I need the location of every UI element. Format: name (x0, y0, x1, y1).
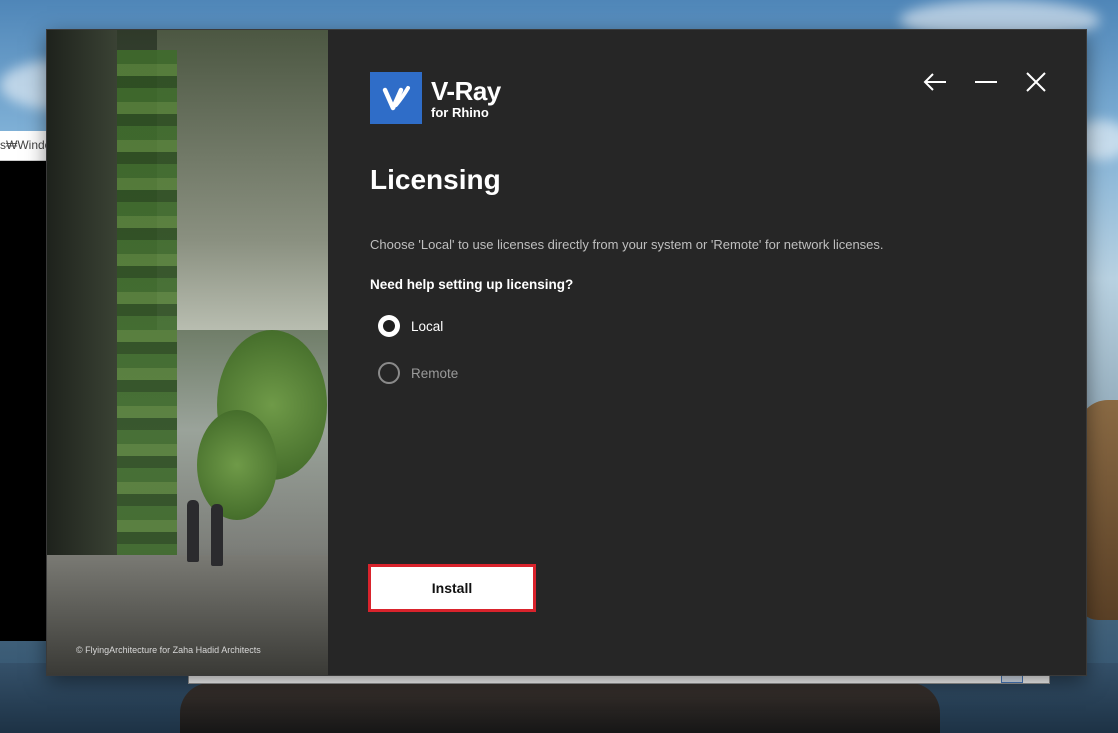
licensing-description: Choose 'Local' to use licenses directly … (370, 237, 884, 252)
installer-content: V-Ray for Rhino Licensing Choose 'Local'… (328, 30, 1086, 675)
radio-option-remote[interactable]: Remote (378, 362, 458, 384)
hero-photo: © FlyingArchitecture for Zaha Hadid Arch… (47, 30, 328, 675)
radio-label-remote: Remote (411, 365, 459, 381)
brand-subtitle: for Rhino (431, 105, 489, 120)
minimize-icon[interactable] (971, 68, 1001, 96)
installer-dialog: © FlyingArchitecture for Zaha Hadid Arch… (47, 30, 1086, 675)
photo-person (211, 504, 223, 566)
radio-option-local[interactable]: Local (378, 315, 443, 337)
rock (180, 683, 940, 733)
photo-floor (47, 555, 328, 675)
brand-name: V-Ray (431, 76, 501, 106)
photo-tree (197, 410, 277, 520)
radio-label-local: Local (411, 318, 444, 334)
licensing-help-link[interactable]: Need help setting up licensing? (370, 277, 573, 292)
photo-ceiling (157, 30, 328, 330)
photo-person (187, 500, 199, 562)
close-icon[interactable] (1021, 68, 1051, 96)
photo-credit: © FlyingArchitecture for Zaha Hadid Arch… (76, 645, 261, 655)
back-arrow-icon[interactable] (920, 68, 950, 96)
radio-unselected-icon[interactable] (378, 362, 400, 384)
install-button[interactable]: Install (368, 564, 536, 612)
radio-selected-icon[interactable] (378, 315, 400, 337)
vray-logo-icon (370, 72, 422, 124)
page-title: Licensing (370, 164, 501, 195)
photo-green-wall (117, 50, 177, 610)
